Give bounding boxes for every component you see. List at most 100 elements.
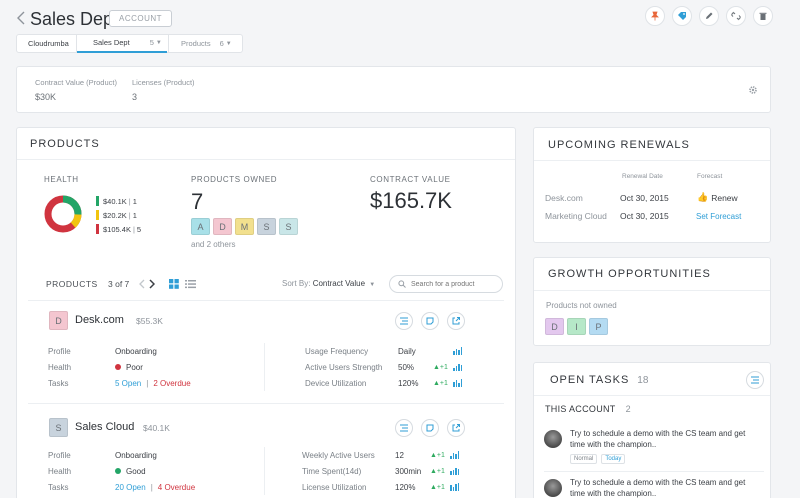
- pager-text: 3 of 7: [108, 279, 130, 289]
- metric-sparkline-icon[interactable]: [450, 467, 459, 475]
- legend-swatch: [96, 210, 99, 220]
- renewal-row[interactable]: Desk.com Oct 30, 2015 👍 Renew: [545, 192, 765, 203]
- health-value: Poor: [126, 362, 143, 372]
- back-chevron-icon[interactable]: [17, 11, 25, 27]
- metric-sparkline-icon[interactable]: [450, 451, 459, 459]
- metric-sparkline-icon[interactable]: [450, 483, 459, 491]
- avatar: [544, 430, 562, 448]
- products-panel-title: PRODUCTS: [30, 138, 100, 150]
- thumbs-up-icon: 👍: [697, 192, 709, 202]
- due-date-tag: Today: [601, 454, 626, 464]
- edit-icon[interactable]: [699, 6, 719, 26]
- summary-field-licenses: Licenses (Product) 3: [132, 78, 195, 102]
- renewal-row[interactable]: Marketing Cloud Oct 30, 2015 Set Forecas…: [545, 211, 765, 221]
- task-list-icon[interactable]: [395, 312, 413, 330]
- product-tile-m[interactable]: M: [235, 218, 254, 235]
- product-tile-d[interactable]: D: [545, 318, 564, 335]
- chevron-down-icon: ▼: [225, 40, 232, 47]
- note-icon[interactable]: [421, 419, 439, 437]
- profile-value: Onboarding: [115, 450, 157, 460]
- pager-prev-icon[interactable]: [139, 279, 145, 291]
- health-legend-item[interactable]: $40.1K | 1: [96, 194, 141, 208]
- metric-sparkline-icon[interactable]: [453, 363, 462, 371]
- avatar: [544, 479, 562, 497]
- pin-icon[interactable]: [645, 6, 665, 26]
- growth-divider: [534, 290, 770, 291]
- product-tile-s[interactable]: S: [257, 218, 276, 235]
- panel-divider: [17, 159, 515, 160]
- external-link-icon[interactable]: [447, 312, 465, 330]
- summary-card: [16, 66, 771, 113]
- health-legend-item[interactable]: $20.2K | 1: [96, 208, 141, 222]
- health-value: Good: [126, 466, 146, 476]
- product-tile-s[interactable]: S: [279, 218, 298, 235]
- tag-icon[interactable]: [672, 6, 692, 26]
- trash-icon[interactable]: [753, 6, 773, 26]
- growth-title: GROWTH OPPORTUNITIES: [548, 268, 711, 280]
- list-view-icon[interactable]: [185, 279, 196, 291]
- product-price: $40.1K: [143, 423, 170, 433]
- page-title: Sales Dept: [30, 9, 119, 29]
- breadcrumb-item-products[interactable]: Products 6 ▼: [181, 34, 232, 53]
- task-item[interactable]: Try to schedule a demo with the CS team …: [544, 428, 762, 464]
- product-name[interactable]: Desk.com: [75, 314, 124, 326]
- tasks-header: OPEN TASKS 18: [550, 374, 649, 386]
- health-dot: [115, 364, 121, 370]
- tasks-open-link[interactable]: 5 Open: [115, 379, 141, 388]
- health-legend-item[interactable]: $105.4K | 5: [96, 222, 141, 236]
- product-tile-i[interactable]: I: [567, 318, 586, 335]
- set-forecast-link[interactable]: Set Forecast: [696, 212, 741, 221]
- product-tile-p[interactable]: P: [589, 318, 608, 335]
- tasks-open-link[interactable]: 20 Open: [115, 483, 146, 492]
- summary-field-contract-value: Contract Value (Product) $30K: [35, 78, 117, 102]
- task-item[interactable]: Try to schedule a demo with the CS team …: [544, 477, 762, 498]
- growth-tiles: D I P: [545, 318, 608, 335]
- sort-dropdown[interactable]: Sort By: Contract Value ▼: [282, 279, 375, 288]
- breadcrumb-item-cloudrumba[interactable]: Cloudrumba: [28, 34, 69, 53]
- chevron-down-icon: ▼: [369, 282, 376, 288]
- product-details-left: Profile Onboarding Health Good Tasks 20 …: [48, 450, 196, 492]
- product-search-box[interactable]: [389, 275, 503, 293]
- product-tile-d[interactable]: D: [213, 218, 232, 235]
- health-dot: [115, 468, 121, 474]
- task-text: Try to schedule a demo with the CS team …: [570, 478, 746, 498]
- broken-link-icon[interactable]: [726, 6, 746, 26]
- grid-view-icon[interactable]: [169, 279, 179, 291]
- this-account-header: THIS ACCOUNT 2: [545, 404, 631, 414]
- legend-swatch: [96, 224, 99, 234]
- task-list-icon[interactable]: [395, 419, 413, 437]
- product-metrics: Weekly Active Users 12 ▲+1 Time Spent(14…: [302, 447, 477, 495]
- product-name[interactable]: Sales Cloud: [75, 421, 134, 433]
- external-link-icon[interactable]: [447, 419, 465, 437]
- metric-sparkline-icon[interactable]: [453, 347, 462, 355]
- profile-value: Onboarding: [115, 346, 157, 356]
- tasks-count: 18: [637, 374, 649, 386]
- list-divider: [28, 300, 504, 301]
- product-search-input[interactable]: [411, 280, 499, 288]
- breadcrumb-item-sales-dept[interactable]: Sales Dept 5 ▼: [77, 34, 167, 53]
- product-actions: [395, 312, 465, 330]
- health-label: HEALTH: [44, 175, 79, 184]
- task-list-icon[interactable]: [746, 371, 764, 389]
- note-icon[interactable]: [421, 312, 439, 330]
- products-owned-label: PRODUCTS OWNED: [191, 175, 278, 184]
- owned-more-link[interactable]: and 2 others: [191, 240, 235, 249]
- tasks-overdue-link[interactable]: 2 Overdue: [153, 379, 190, 388]
- product-tile-a[interactable]: A: [191, 218, 210, 235]
- health-donut-chart: [43, 194, 83, 236]
- pager-next-icon[interactable]: [149, 279, 156, 291]
- owned-tiles: A D M S S: [191, 218, 298, 235]
- product-divider: [28, 403, 504, 404]
- product-tile-sales-cloud: S: [49, 418, 68, 437]
- contract-value-label: CONTRACT VALUE: [370, 175, 451, 184]
- settings-gear-icon[interactable]: [748, 85, 758, 97]
- renewal-date-header: Renewal Date: [622, 173, 663, 180]
- product-tile-desk: D: [49, 311, 68, 330]
- tasks-overdue-link[interactable]: 4 Overdue: [158, 483, 195, 492]
- metric-sparkline-icon[interactable]: [453, 379, 462, 387]
- details-separator: [264, 447, 265, 495]
- products-owned-count: 7: [191, 189, 204, 214]
- breadcrumb-separator: [168, 34, 169, 53]
- task-text: Try to schedule a demo with the CS team …: [570, 429, 746, 449]
- account-badge[interactable]: ACCOUNT: [109, 10, 173, 27]
